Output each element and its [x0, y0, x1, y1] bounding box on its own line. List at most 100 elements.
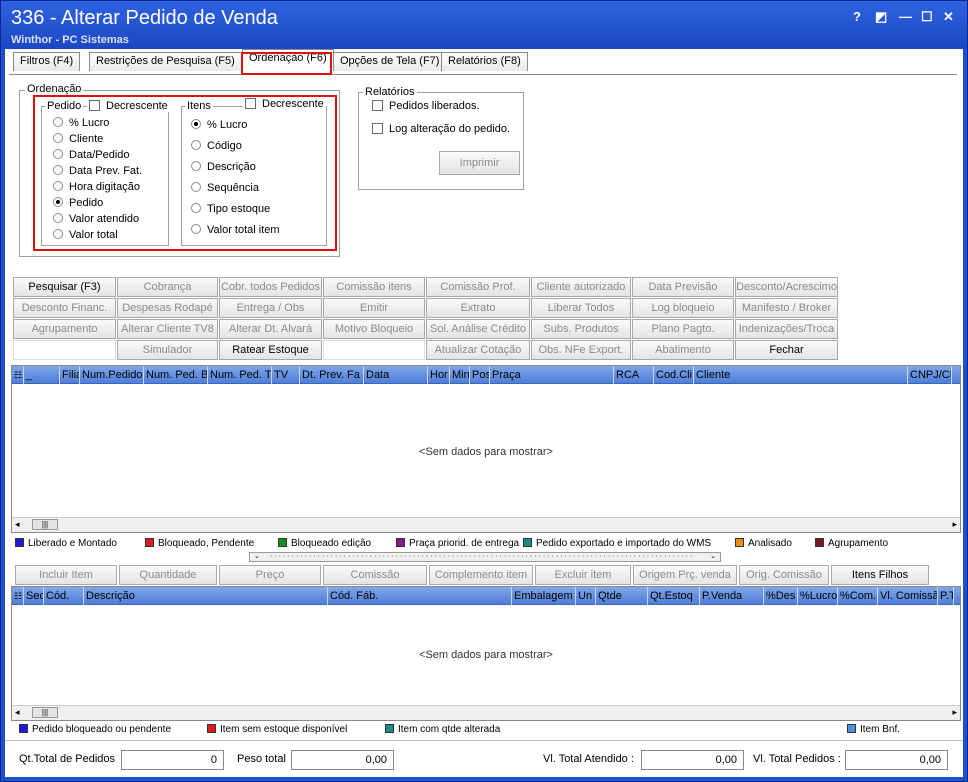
fechar-button[interactable]: Fechar — [735, 340, 838, 360]
column-header-p-venda[interactable]: P.Venda — [700, 587, 764, 605]
agrupamento-button[interactable]: Agrupamento — [13, 319, 116, 339]
log-alteracao-checkbox[interactable]: Log alteração do pedido. — [372, 123, 510, 135]
pedidos-grid[interactable]: ☷_FiliaNum.PedidoNum. Ped. BNum. Ped. TT… — [11, 365, 961, 533]
radio-button-icon[interactable] — [53, 229, 63, 239]
column-header-un[interactable]: Un — [576, 587, 596, 605]
desconto-acrescimo-button[interactable]: Desconto/Acrescimo — [735, 277, 838, 297]
excluir-item-button[interactable]: Excluir item — [535, 565, 631, 585]
pedido-decrescente-checkbox[interactable]: Decrescente — [87, 100, 170, 112]
cobranca-button[interactable]: Cobrança — [117, 277, 218, 297]
splitter[interactable]: ⌄ ······································… — [249, 552, 721, 562]
log-bloqueio-button[interactable]: Log bloqueio — [632, 298, 734, 318]
grid-menu-icon[interactable]: ☷ — [12, 587, 24, 605]
radio-button-icon[interactable] — [53, 165, 63, 175]
pedidos-liberados-checkbox[interactable]: Pedidos liberados. — [372, 100, 480, 112]
column-header-min[interactable]: Min — [450, 366, 470, 384]
tab-filtros[interactable]: Filtros (F4) — [13, 52, 81, 71]
radio-button-icon[interactable] — [53, 181, 63, 191]
radio-button-icon[interactable] — [53, 213, 63, 223]
imprimir-button[interactable]: Imprimir — [439, 151, 520, 175]
checkbox-box[interactable] — [372, 123, 383, 134]
scroll-left-icon[interactable]: ◂ — [15, 707, 20, 718]
preco-button[interactable]: Preço — [219, 565, 321, 585]
column-header-num-pedido[interactable]: Num.Pedido — [80, 366, 144, 384]
maximize-icon[interactable]: ☐ — [921, 9, 933, 25]
radio-button-icon[interactable] — [191, 224, 201, 234]
pedidos-grid-scrollbar[interactable]: ◂ ||| ▸ — [12, 517, 960, 532]
column-header-descricao[interactable]: Descrição — [84, 587, 328, 605]
radio-pedido-cliente[interactable]: Cliente — [53, 133, 103, 145]
orig-comissao-button[interactable]: Orig. Comissão — [739, 565, 829, 585]
checkbox-box[interactable] — [245, 98, 256, 109]
checkbox-box[interactable] — [89, 100, 100, 111]
minimize-icon[interactable]: — — [899, 9, 912, 24]
liberar-todos-button[interactable]: Liberar Todos — [531, 298, 631, 318]
grid-menu-icon[interactable]: ☷ — [12, 366, 24, 384]
incluir-item-button[interactable]: Incluir Item — [15, 565, 117, 585]
column-header-qt-estoq[interactable]: Qt.Estoq — [648, 587, 700, 605]
restore-icon[interactable]: ◩ — [875, 9, 887, 25]
radio-pedido-pedido[interactable]: Pedido — [53, 197, 103, 209]
column-header-cod[interactable]: Cód. — [44, 587, 84, 605]
comissao-button[interactable]: Comissão — [323, 565, 427, 585]
obs-nfe-export-button[interactable]: Obs. NFe Export. — [531, 340, 631, 360]
radio-pedido-data-prev-fat[interactable]: Data Prev. Fat. — [53, 165, 142, 177]
radio-button-icon[interactable] — [53, 133, 63, 143]
alterar-dt-alvara-button[interactable]: Alterar Dt. Alvará — [219, 319, 322, 339]
radio-pedido-data-pedido[interactable]: Data/Pedido — [53, 149, 130, 161]
subs-produtos-button[interactable]: Subs. Produtos — [531, 319, 631, 339]
ratear-estoque-button[interactable]: Ratear Estoque — [219, 340, 322, 360]
radio-button-icon[interactable] — [53, 149, 63, 159]
column-header-cliente[interactable]: Cliente — [694, 366, 908, 384]
close-icon[interactable]: ✕ — [943, 9, 954, 25]
cobr-todos-pedidos-button[interactable]: Cobr. todos Pedidos — [219, 277, 322, 297]
column-header-qtde[interactable]: Qtde — [596, 587, 648, 605]
data-previsao-button[interactable]: Data Previsão — [632, 277, 734, 297]
column-header-filia[interactable]: Filia — [60, 366, 80, 384]
column-header-hor[interactable]: Hor — [428, 366, 450, 384]
emitir-button[interactable]: Emitir — [323, 298, 425, 318]
radio-itens-tipo-estoque[interactable]: Tipo estoque — [191, 203, 270, 215]
column-header-embalagem[interactable]: Embalagem — [512, 587, 576, 605]
desconto-financ-button[interactable]: Desconto Financ. — [13, 298, 116, 318]
alterar-cliente-tv8-button[interactable]: Alterar Cliente TV8 — [117, 319, 218, 339]
sol-analise-credito-button[interactable]: Sol. Análise Crédito — [426, 319, 530, 339]
scroll-thumb[interactable]: ||| — [32, 707, 58, 718]
plano-pagto-button[interactable]: Plano Pagto. — [632, 319, 734, 339]
scroll-right-icon[interactable]: ▸ — [952, 519, 957, 530]
radio-button-icon[interactable] — [191, 203, 201, 213]
tab-opcoes-tela[interactable]: Opções de Tela (F7) — [333, 52, 447, 71]
extrato-button[interactable]: Extrato — [426, 298, 530, 318]
radio-button-icon[interactable] — [191, 140, 201, 150]
quantidade-button[interactable]: Quantidade — [119, 565, 217, 585]
column-header-seq[interactable]: Seq — [24, 587, 44, 605]
radio-button-icon[interactable] — [191, 119, 201, 129]
column-header-data[interactable]: Data — [364, 366, 428, 384]
radio-pedido-valor-total[interactable]: Valor total — [53, 229, 118, 241]
manifesto-broker-button[interactable]: Manifesto / Broker — [735, 298, 838, 318]
checkbox-box[interactable] — [372, 100, 383, 111]
atualizar-cotacao-button[interactable]: Atualizar Cotação — [426, 340, 530, 360]
entrega-obs-button[interactable]: Entrega / Obs — [219, 298, 322, 318]
radio-pedido-hora-digitacao[interactable]: Hora digitação — [53, 181, 140, 193]
radio-button-icon[interactable] — [53, 197, 63, 207]
scroll-right-icon[interactable]: ▸ — [952, 707, 957, 718]
simulador-button[interactable]: Simulador — [117, 340, 218, 360]
column-header-cnpj-cpf[interactable]: CNPJ/CPF — [908, 366, 952, 384]
column-header-blank[interactable]: _ — [24, 366, 60, 384]
column-header-p-t[interactable]: P.T — [938, 587, 954, 605]
radio-pedido-lucro[interactable]: % Lucro — [53, 117, 109, 129]
pesquisar-f3-button[interactable]: Pesquisar (F3) — [13, 277, 116, 297]
tab-relatorios[interactable]: Relatórios (F8) — [441, 52, 528, 71]
itens-decrescente-checkbox[interactable]: Decrescente — [243, 98, 326, 110]
column-header-cod-cli[interactable]: Cod.Cli — [654, 366, 694, 384]
comissao-itens-button[interactable]: Comissão itens — [323, 277, 425, 297]
itens-grid[interactable]: ☷ Seq Cód. Descrição Cód. Fáb. Embalagem Un Qtd… — [11, 586, 961, 721]
radio-button-icon[interactable] — [191, 161, 201, 171]
column-header-num-ped-b[interactable]: Num. Ped. B — [144, 366, 208, 384]
origem-prc-venda-button[interactable]: Origem Prç. venda — [633, 565, 737, 585]
radio-itens-lucro[interactable]: % Lucro — [191, 119, 247, 131]
column-header-num-ped-t[interactable]: Num. Ped. T — [208, 366, 272, 384]
column-header-vl-comissao[interactable]: Vl. Comissão — [878, 587, 938, 605]
cliente-autorizado-button[interactable]: Cliente autorizado — [531, 277, 631, 297]
